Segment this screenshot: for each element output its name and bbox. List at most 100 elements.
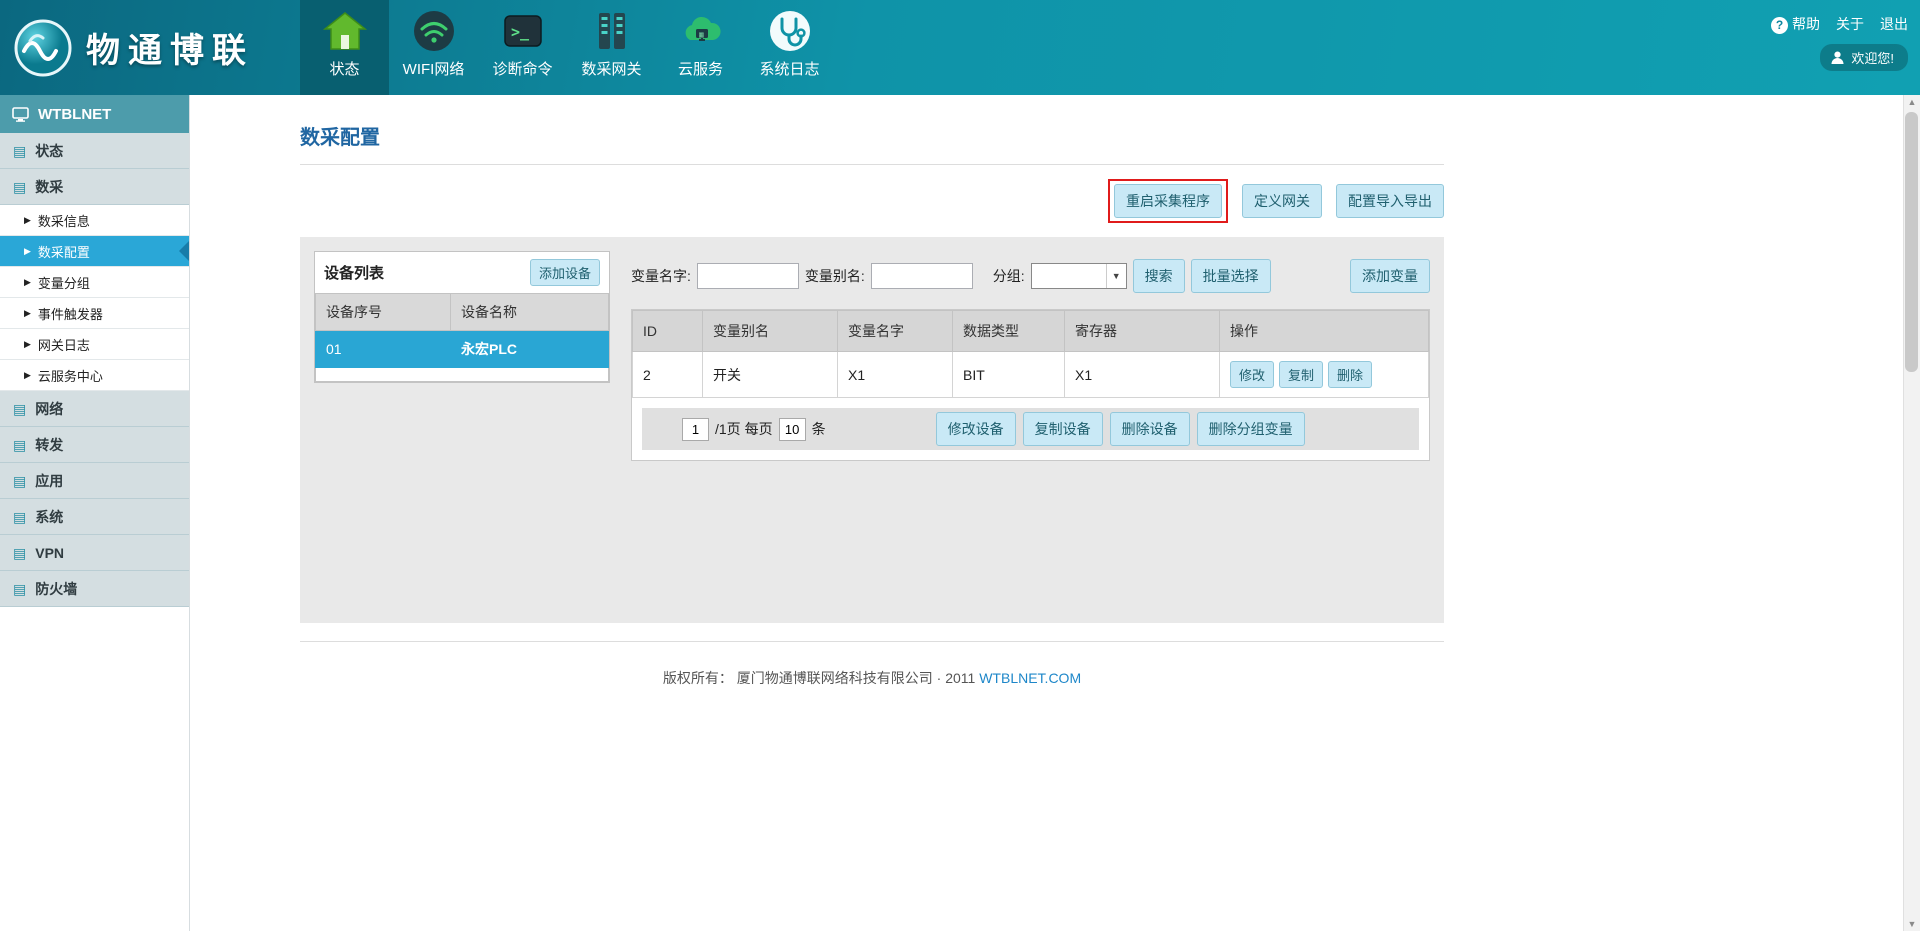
variable-search-bar: 变量名字: 变量别名: 分组: ▼ 搜索 批量选择 添加变量 (631, 259, 1430, 293)
device-col-name: 设备名称 (451, 294, 609, 331)
stethoscope-icon (766, 7, 814, 55)
col-name: 变量名字 (838, 311, 953, 352)
sidebar-item-cloud-center[interactable]: ▶云服务中心 (0, 360, 189, 391)
batch-select-button[interactable]: 批量选择 (1191, 259, 1271, 293)
caret-right-icon: ▶ (24, 215, 31, 226)
device-no: 01 (316, 331, 451, 368)
page-number-input[interactable] (682, 418, 709, 441)
list-icon: ▤ (13, 582, 26, 596)
copyright-text: 版权所有： 厦门物通博联网络科技有限公司 · 2011 (663, 670, 975, 686)
group-label: 分组: (993, 266, 1025, 286)
nav-label: 云服务 (656, 58, 745, 79)
sidebar-item-firewall[interactable]: ▤防火墙 (0, 571, 189, 607)
sidebar-item-variable-groups[interactable]: ▶变量分组 (0, 267, 189, 298)
sidebar-item-gateway-log[interactable]: ▶网关日志 (0, 329, 189, 360)
variable-zone: 变量名字: 变量别名: 分组: ▼ 搜索 批量选择 添加变量 (631, 251, 1430, 609)
sidebar-item-event-trigger[interactable]: ▶事件触发器 (0, 298, 189, 329)
list-icon: ▤ (13, 402, 26, 416)
monitor-icon (12, 107, 29, 122)
group-select[interactable]: ▼ (1031, 263, 1127, 289)
scroll-down-icon[interactable]: ▼ (1908, 919, 1917, 929)
var-name: X1 (838, 352, 953, 398)
restart-highlight-box: 重启采集程序 (1108, 179, 1228, 223)
logout-link[interactable]: 退出 (1880, 14, 1908, 34)
help-link[interactable]: ?帮助 (1771, 14, 1820, 34)
sidebar-item-system[interactable]: ▤系统 (0, 499, 189, 535)
edit-device-button[interactable]: 修改设备 (936, 412, 1016, 446)
add-device-button[interactable]: 添加设备 (530, 259, 600, 286)
device-list-panel: 设备列表 添加设备 设备序号 设备名称 0 (314, 251, 610, 383)
var-name-input[interactable] (697, 263, 799, 289)
edit-variable-button[interactable]: 修改 (1230, 361, 1274, 388)
caret-right-icon: ▶ (24, 370, 31, 381)
delete-variable-button[interactable]: 删除 (1328, 361, 1372, 388)
device-col-no: 设备序号 (316, 294, 451, 331)
add-variable-button[interactable]: 添加变量 (1350, 259, 1430, 293)
col-id: ID (633, 311, 703, 352)
device-table: 设备序号 设备名称 01 永宏PLC (315, 293, 609, 382)
var-alias-input[interactable] (871, 263, 973, 289)
restart-collector-button[interactable]: 重启采集程序 (1114, 184, 1222, 218)
size-suffix: 条 (812, 419, 826, 439)
device-row[interactable]: 01 永宏PLC (316, 331, 609, 368)
copy-variable-button[interactable]: 复制 (1279, 361, 1323, 388)
top-nav: 状态 WIFI网络 >_ 诊断命令 (300, 0, 834, 95)
sidebar-item-dataacq-config[interactable]: ▶数采配置 (0, 236, 189, 267)
sidebar-item-network[interactable]: ▤网络 (0, 391, 189, 427)
help-icon: ? (1771, 17, 1788, 34)
config-import-export-button[interactable]: 配置导入导出 (1336, 184, 1444, 218)
variable-table: ID 变量别名 变量名字 数据类型 寄存器 操作 2 (632, 310, 1429, 398)
sidebar-item-vpn[interactable]: ▤VPN (0, 535, 189, 571)
nav-diagnostic[interactable]: >_ 诊断命令 (478, 0, 567, 95)
nav-cloud[interactable]: ▦ 云服务 (656, 0, 745, 95)
top-links: ?帮助 关于 退出 (1771, 14, 1908, 34)
svg-text:▦: ▦ (698, 33, 704, 39)
col-alias: 变量别名 (703, 311, 838, 352)
variable-table-container: ID 变量别名 变量名字 数据类型 寄存器 操作 2 (631, 309, 1430, 461)
variable-row: 2 开关 X1 BIT X1 修改 复制 删 (633, 352, 1429, 398)
nav-wifi[interactable]: WIFI网络 (389, 0, 478, 95)
nav-syslog[interactable]: 系统日志 (745, 0, 834, 95)
sidebar-item-dataacq-info[interactable]: ▶数采信息 (0, 205, 189, 236)
main-content: 数采配置 重启采集程序 定义网关 配置导入导出 设备列表 添加设备 (190, 95, 1920, 931)
sidebar-item-application[interactable]: ▤应用 (0, 463, 189, 499)
copy-device-button[interactable]: 复制设备 (1023, 412, 1103, 446)
list-icon: ▤ (13, 546, 26, 560)
delete-device-button[interactable]: 删除设备 (1110, 412, 1190, 446)
nav-status[interactable]: 状态 (300, 0, 389, 95)
var-id: 2 (633, 352, 703, 398)
list-icon: ▤ (13, 438, 26, 452)
delete-group-vars-button[interactable]: 删除分组变量 (1197, 412, 1305, 446)
col-register: 寄存器 (1065, 311, 1220, 352)
caret-right-icon: ▶ (24, 246, 31, 257)
sidebar-item-forwarding[interactable]: ▤转发 (0, 427, 189, 463)
page-title: 数采配置 (300, 95, 1444, 150)
cloud-icon: ▦ (677, 7, 725, 55)
var-name-label: 变量名字: (631, 266, 691, 286)
brand-logo-icon (14, 19, 72, 77)
user-icon (1830, 50, 1845, 65)
search-button[interactable]: 搜索 (1133, 259, 1185, 293)
caret-right-icon: ▶ (24, 308, 31, 319)
pagination-bar: /1页 每页 条 修改设备 复制设备 删除设备 删除分组变量 (642, 408, 1419, 450)
sidebar-item-dataacq[interactable]: ▤数采 (0, 169, 189, 205)
sidebar-header: WTBLNET (0, 95, 189, 133)
define-gateway-button[interactable]: 定义网关 (1242, 184, 1322, 218)
page-size-input[interactable] (779, 418, 806, 441)
caret-right-icon: ▶ (24, 277, 31, 288)
device-list-title: 设备列表 (324, 262, 384, 283)
nav-gateway[interactable]: 数采网关 (567, 0, 656, 95)
var-alias: 开关 (703, 352, 838, 398)
about-link[interactable]: 关于 (1836, 14, 1864, 34)
scrollbar-thumb[interactable] (1905, 112, 1918, 372)
svg-text:>_: >_ (511, 23, 530, 41)
sidebar-item-status[interactable]: ▤状态 (0, 133, 189, 169)
terminal-icon: >_ (499, 7, 547, 55)
sidebar: WTBLNET ▤状态 ▤数采 ▶数采信息 ▶数采配置 ▶变量分组 ▶事件触发器… (0, 95, 190, 931)
nav-label: WIFI网络 (389, 58, 478, 79)
scroll-up-icon[interactable]: ▲ (1908, 97, 1917, 107)
page-suffix: /1页 每页 (715, 419, 773, 439)
title-divider (300, 164, 1444, 165)
wtblnet-link[interactable]: WTBLNET.COM (979, 670, 1081, 686)
device-name: 永宏PLC (451, 331, 609, 368)
